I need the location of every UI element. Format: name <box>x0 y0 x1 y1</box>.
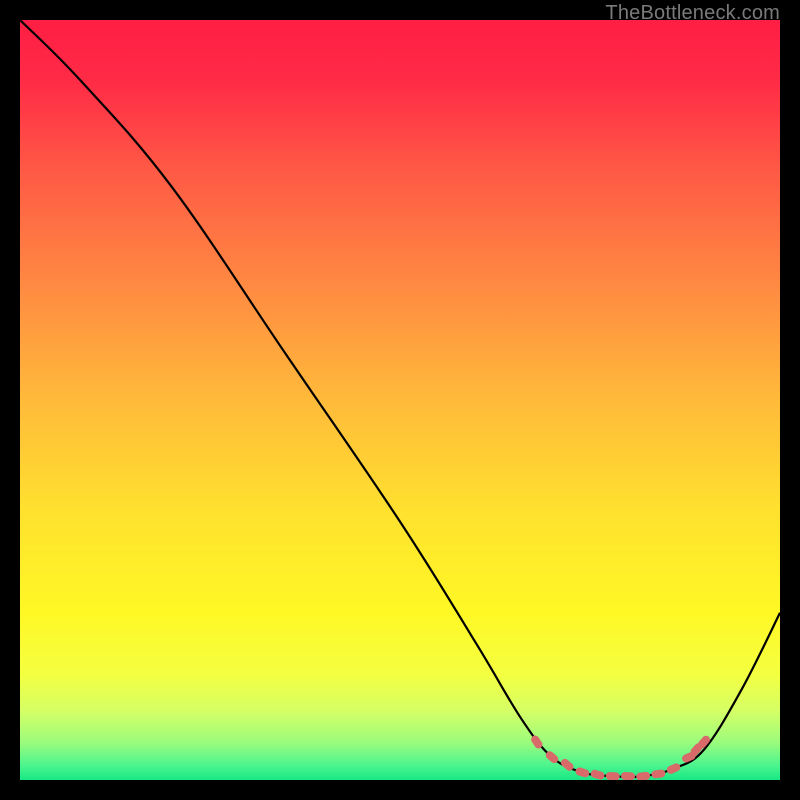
chart-marker <box>621 772 635 780</box>
chart-plot-area <box>20 20 780 780</box>
chart-frame: TheBottleneck.com <box>0 0 800 800</box>
chart-marker <box>606 772 620 780</box>
chart-background <box>20 20 780 780</box>
chart-svg <box>20 20 780 780</box>
